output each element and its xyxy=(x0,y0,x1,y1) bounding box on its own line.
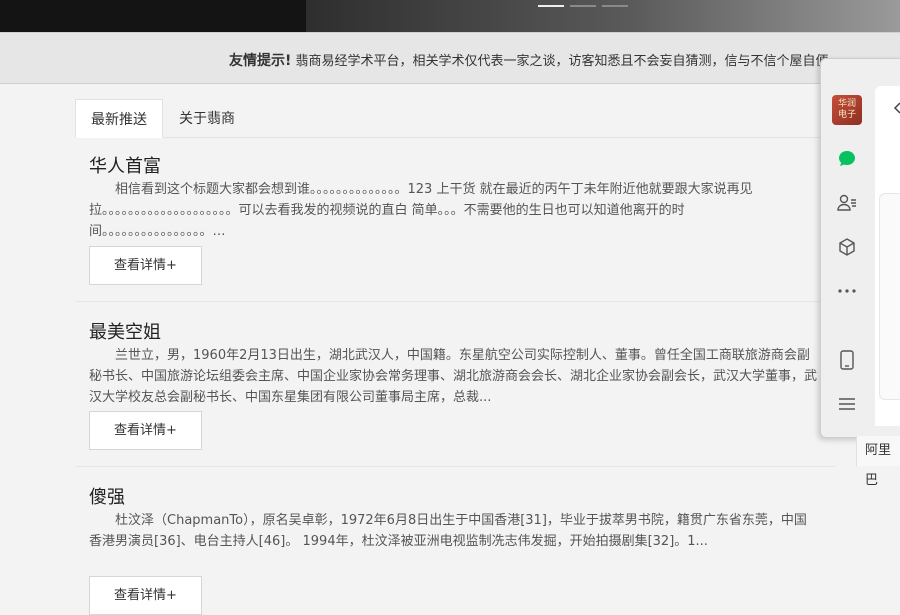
notice-bar: 友情提示! 翡商易经学术平台，相关学术仅代表一家之谈，访客知悉且不会妄自猜测，信… xyxy=(0,32,900,84)
article-title[interactable]: 傻强 xyxy=(89,483,125,509)
view-details-button[interactable]: 查看详情+ xyxy=(89,576,202,615)
tab-about[interactable]: 关于翡商 xyxy=(179,99,235,137)
carousel-indicators xyxy=(538,5,628,7)
notice-content: 友情提示! 翡商易经学术平台，相关学术仅代表一家之谈，访客知悉且不会妄自猜测，信… xyxy=(229,50,829,70)
view-details-button[interactable]: 查看详情+ xyxy=(89,411,202,450)
view-details-button[interactable]: 查看详情+ xyxy=(89,246,202,285)
article-title[interactable]: 最美空姐 xyxy=(89,318,161,344)
phone-icon[interactable] xyxy=(834,347,860,373)
tab-latest[interactable]: 最新推送 xyxy=(75,99,163,138)
article-excerpt: 杜汶泽（ChapmanTo），原名吴卓彰，1972年6月8日出生于中国香港[31… xyxy=(89,513,807,549)
more-icon[interactable] xyxy=(834,278,860,304)
article-title[interactable]: 华人首富 xyxy=(89,152,161,178)
menu-icon[interactable] xyxy=(834,391,860,417)
chat-card xyxy=(879,193,900,400)
app-sidebar: 华润电子 xyxy=(821,59,873,437)
carousel-dot[interactable] xyxy=(570,5,596,7)
carousel-dot[interactable] xyxy=(538,5,564,7)
notice-label: 友情提示! xyxy=(229,53,292,69)
tab-bar: 最新推送 关于翡商 xyxy=(75,99,835,138)
divider xyxy=(75,301,835,302)
banner-image xyxy=(0,0,305,32)
chat-icon[interactable] xyxy=(834,146,860,172)
article-excerpt: 相信看到这个标题大家都会想到谁。。。。。。。。。。。。。。123 上干货 就在最… xyxy=(89,182,753,239)
logo-text: 华润电子 xyxy=(837,99,856,120)
avatar[interactable]: 华润电子 xyxy=(832,95,862,125)
hero-banner xyxy=(0,0,900,32)
contacts-icon[interactable] xyxy=(834,190,860,216)
notice-text: 翡商易经学术平台，相关学术仅代表一家之谈，访客知悉且不会妄自猜测，信与不信个屋自… xyxy=(295,54,829,69)
carousel-dot[interactable] xyxy=(602,5,628,7)
divider xyxy=(75,466,835,467)
chat-app-window: 华润电子 xyxy=(820,58,900,438)
article-excerpt: 兰世立，男，1960年2月13日出生，湖北武汉人，中国籍。东星航空公司实际控制人… xyxy=(89,348,818,405)
partial-link[interactable]: 阿里巴 xyxy=(856,436,900,488)
chevron-left-icon[interactable] xyxy=(893,102,900,114)
cube-icon[interactable] xyxy=(834,234,860,260)
